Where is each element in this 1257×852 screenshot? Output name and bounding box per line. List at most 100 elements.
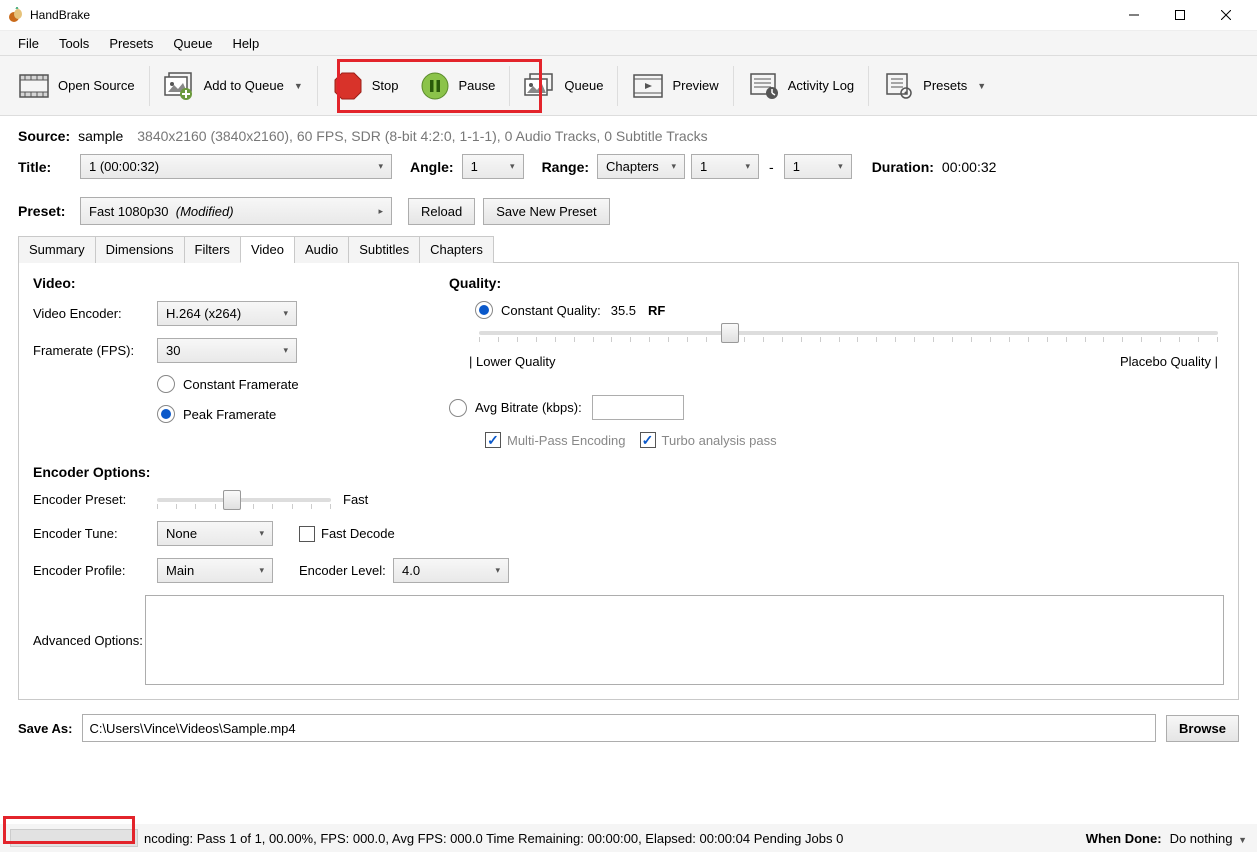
maximize-button[interactable]: [1157, 0, 1203, 30]
range-to: 1: [793, 159, 800, 174]
add-queue-icon: [164, 70, 196, 102]
tab-subtitles[interactable]: Subtitles: [348, 236, 420, 263]
close-button[interactable]: [1203, 0, 1249, 30]
video-encoder-value: H.264 (x264): [166, 306, 241, 321]
when-done-value: Do nothing: [1170, 831, 1233, 846]
activity-log-button[interactable]: Activity Log: [738, 62, 864, 110]
chevron-down-icon[interactable]: ▼: [977, 81, 986, 91]
presets-icon: [883, 70, 915, 102]
reload-button[interactable]: Reload: [408, 198, 475, 225]
multipass-label: Multi-Pass Encoding: [507, 433, 626, 448]
tab-video[interactable]: Video: [240, 236, 295, 263]
log-icon: [748, 70, 780, 102]
save-new-preset-button[interactable]: Save New Preset: [483, 198, 609, 225]
queue-button[interactable]: Queue: [514, 62, 613, 110]
menu-help[interactable]: Help: [222, 34, 269, 53]
avg-bitrate-radio[interactable]: [449, 399, 467, 417]
advanced-options-input[interactable]: [145, 595, 1224, 685]
encoder-profile-select[interactable]: Main▾: [157, 558, 273, 583]
app-icon: [8, 7, 24, 23]
tab-audio[interactable]: Audio: [294, 236, 349, 263]
multipass-checkbox[interactable]: ✓: [485, 432, 501, 448]
window-titlebar: HandBrake: [0, 0, 1257, 30]
pause-icon: [419, 70, 451, 102]
preview-label: Preview: [672, 78, 718, 93]
save-as-row: Save As: Browse: [0, 704, 1257, 752]
constant-quality-label: Constant Quality:: [501, 303, 601, 318]
encoder-level-value: 4.0: [402, 563, 420, 578]
queue-icon: [524, 70, 556, 102]
advanced-options-label: Advanced Options:: [33, 633, 145, 648]
pause-button[interactable]: Pause: [409, 62, 506, 110]
quality-section-label: Quality:: [449, 275, 1224, 291]
constant-framerate-label: Constant Framerate: [183, 377, 299, 392]
range-type-select[interactable]: Chapters▾: [597, 154, 685, 179]
tab-filters[interactable]: Filters: [184, 236, 241, 263]
tab-dimensions[interactable]: Dimensions: [95, 236, 185, 263]
title-select[interactable]: 1 (00:00:32)▾: [80, 154, 392, 179]
tab-summary[interactable]: Summary: [18, 236, 96, 263]
turbo-checkbox[interactable]: ✓: [640, 432, 656, 448]
minimize-button[interactable]: [1111, 0, 1157, 30]
turbo-label: Turbo analysis pass: [662, 433, 777, 448]
status-bar: ncoding: Pass 1 of 1, 00.00%, FPS: 000.0…: [0, 824, 1257, 852]
encoder-preset-label: Encoder Preset:: [33, 492, 157, 507]
encoder-preset-slider[interactable]: [157, 490, 331, 509]
angle-value: 1: [471, 159, 478, 174]
constant-quality-radio[interactable]: [475, 301, 493, 319]
save-as-input[interactable]: [82, 714, 1156, 742]
preset-row: Preset: Fast 1080p30 (Modified) ▸ Reload…: [18, 197, 1239, 225]
framerate-label: Framerate (FPS):: [33, 343, 157, 358]
add-to-queue-label: Add to Queue: [204, 78, 284, 93]
encoder-tune-select[interactable]: None▾: [157, 521, 273, 546]
peak-framerate-radio[interactable]: [157, 405, 175, 423]
title-value: 1 (00:00:32): [89, 159, 159, 174]
presets-button[interactable]: Presets ▼: [873, 62, 996, 110]
peak-framerate-label: Peak Framerate: [183, 407, 276, 422]
source-details: 3840x2160 (3840x2160), 60 FPS, SDR (8-bi…: [137, 128, 707, 144]
lower-quality-label: | Lower Quality: [469, 354, 555, 369]
menu-file[interactable]: File: [8, 34, 49, 53]
range-type: Chapters: [606, 159, 659, 174]
range-to-select[interactable]: 1▾: [784, 154, 852, 179]
angle-select[interactable]: 1▾: [462, 154, 524, 179]
film-icon: [18, 70, 50, 102]
browse-button[interactable]: Browse: [1166, 715, 1239, 742]
preset-value: Fast 1080p30: [89, 204, 169, 219]
when-done-label: When Done:: [1086, 831, 1162, 846]
when-done-select[interactable]: Do nothing ▼: [1170, 831, 1247, 846]
video-encoder-label: Video Encoder:: [33, 306, 157, 321]
source-name: sample: [78, 128, 123, 144]
stop-button[interactable]: Stop: [322, 62, 409, 110]
window-title: HandBrake: [30, 8, 90, 22]
fast-decode-checkbox[interactable]: [299, 526, 315, 542]
preview-icon: [632, 70, 664, 102]
encoder-options-label: Encoder Options:: [33, 464, 1224, 480]
encoder-tune-value: None: [166, 526, 197, 541]
video-encoder-select[interactable]: H.264 (x264)▾: [157, 301, 297, 326]
range-from-select[interactable]: 1▾: [691, 154, 759, 179]
framerate-select[interactable]: 30▾: [157, 338, 297, 363]
preset-label: Preset:: [18, 203, 72, 219]
avg-bitrate-input[interactable]: [592, 395, 684, 420]
constant-framerate-radio[interactable]: [157, 375, 175, 393]
range-sep: -: [769, 159, 774, 175]
encoder-level-select[interactable]: 4.0▾: [393, 558, 509, 583]
presets-label: Presets: [923, 78, 967, 93]
duration-value: 00:00:32: [942, 159, 997, 175]
preset-select[interactable]: Fast 1080p30 (Modified) ▸: [80, 197, 392, 225]
duration-label: Duration:: [872, 159, 934, 175]
menubar: File Tools Presets Queue Help: [0, 30, 1257, 56]
tab-chapters[interactable]: Chapters: [419, 236, 494, 263]
save-as-label: Save As:: [18, 721, 72, 736]
tabs: Summary Dimensions Filters Video Audio S…: [18, 235, 1239, 263]
menu-tools[interactable]: Tools: [49, 34, 99, 53]
preview-button[interactable]: Preview: [622, 62, 728, 110]
menu-presets[interactable]: Presets: [99, 34, 163, 53]
toolbar: Open Source Add to Queue ▼ Stop Pause Qu…: [0, 56, 1257, 116]
add-to-queue-button[interactable]: Add to Queue ▼: [154, 62, 313, 110]
quality-slider[interactable]: [479, 331, 1218, 342]
chevron-down-icon[interactable]: ▼: [294, 81, 303, 91]
menu-queue[interactable]: Queue: [163, 34, 222, 53]
open-source-button[interactable]: Open Source: [8, 62, 145, 110]
